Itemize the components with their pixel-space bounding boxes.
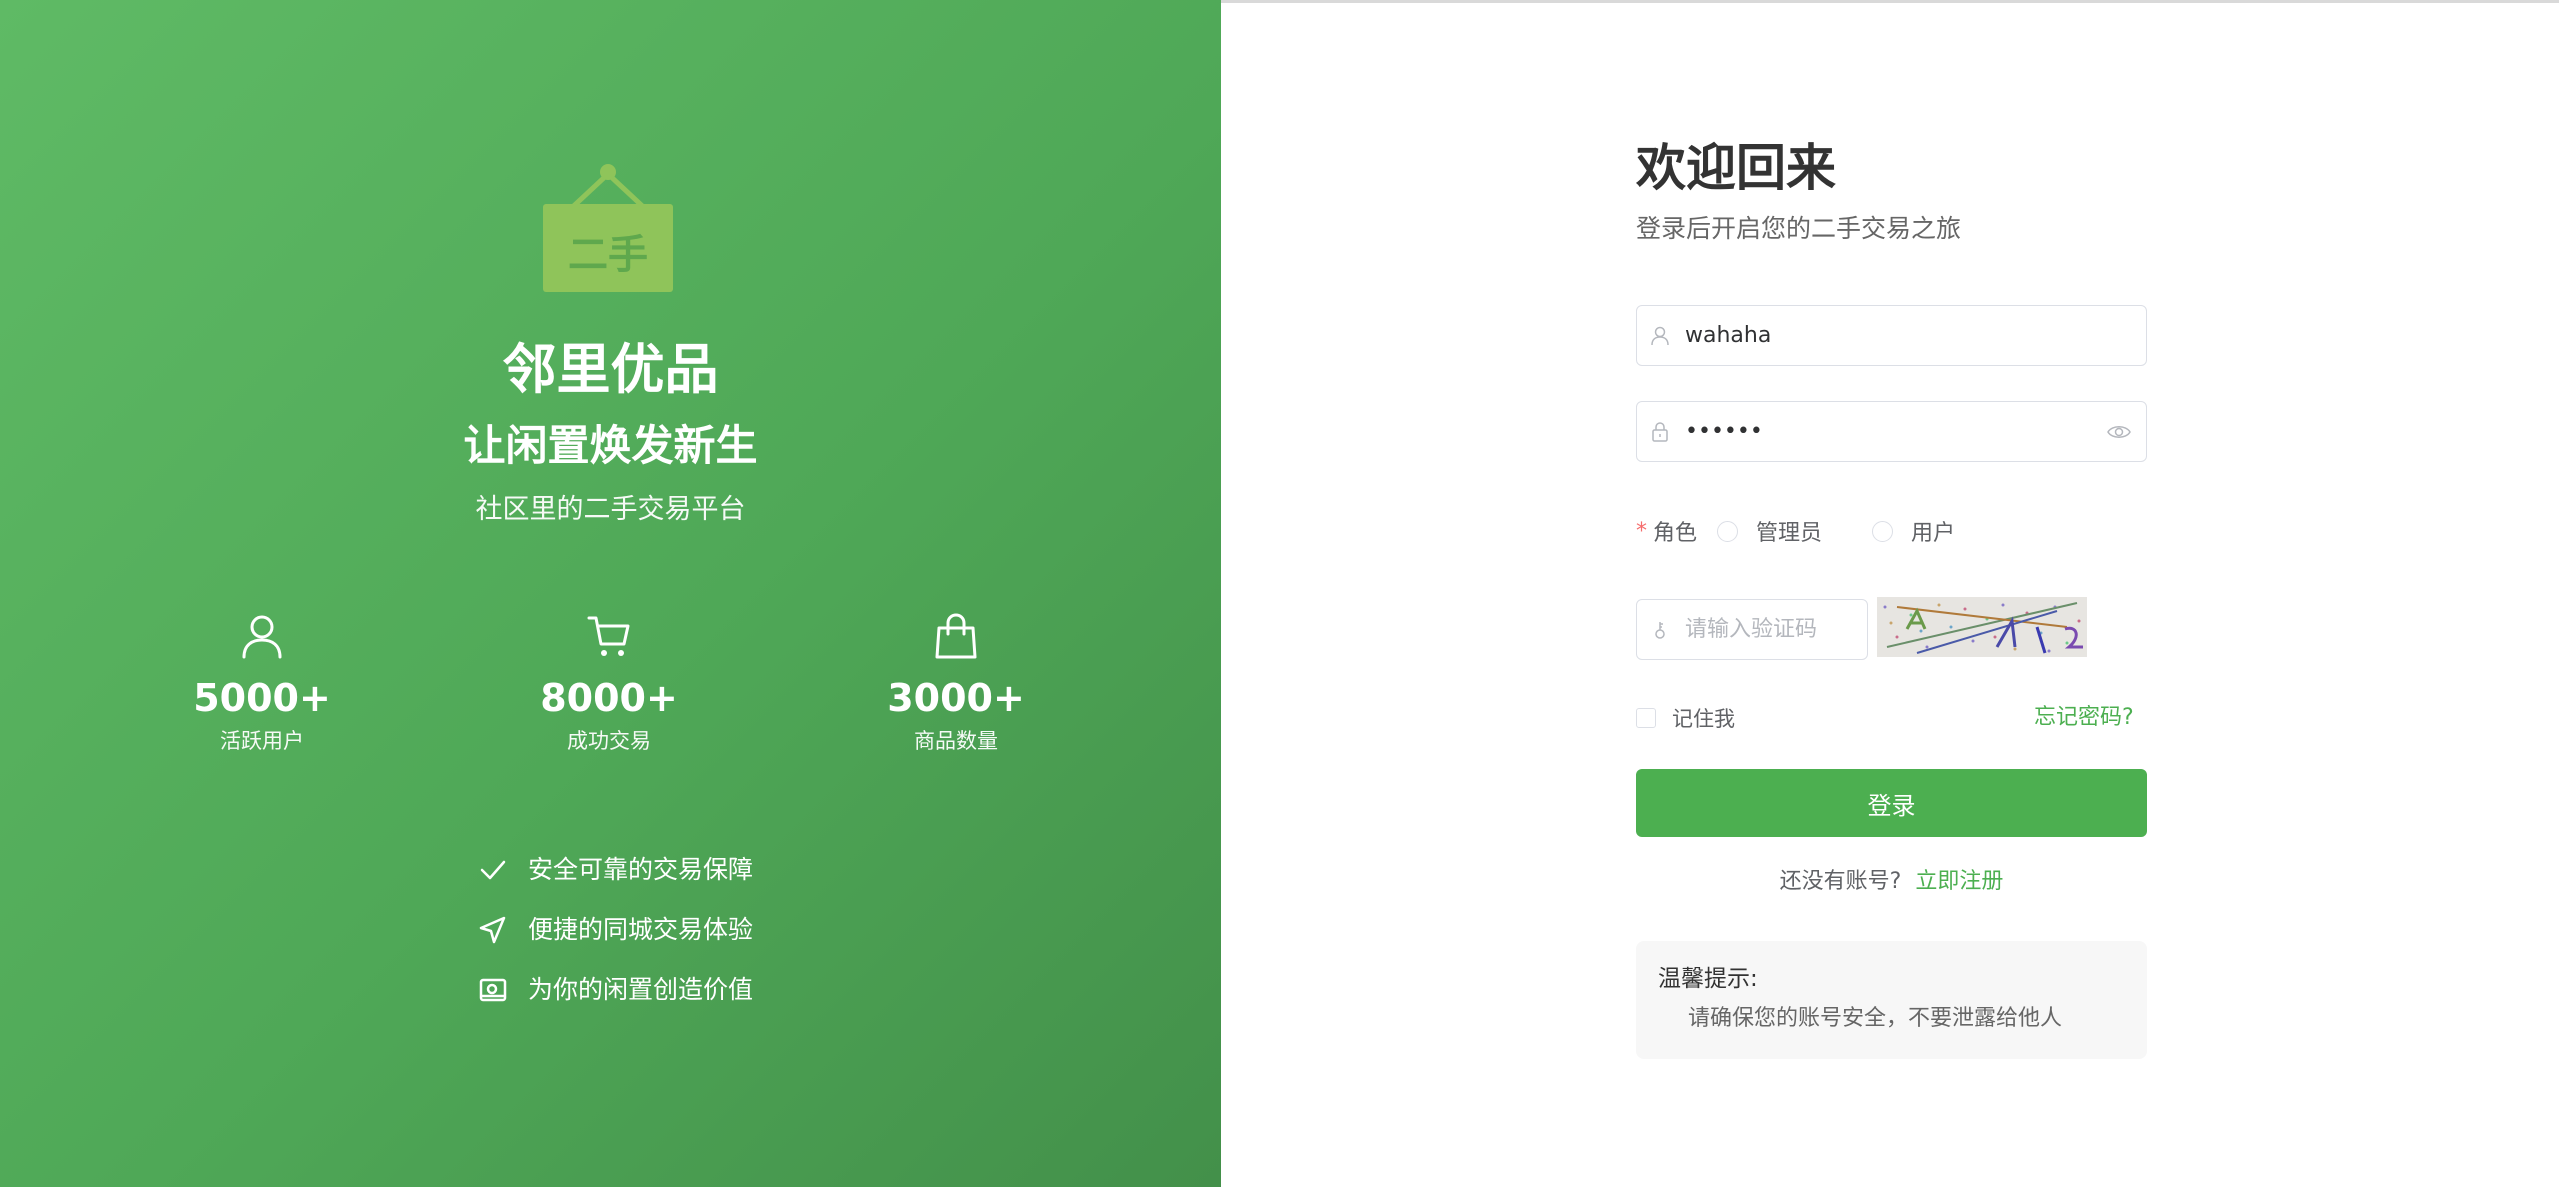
tip-body: 请确保您的账号安全，不要泄露给他人 [1688, 1006, 2063, 1031]
shopping-bag-icon [935, 613, 977, 659]
radio-circle[interactable] [1872, 520, 1894, 542]
remember-me-label: 记住我 [1672, 707, 1735, 731]
role-radio-user[interactable]: 用户 [1872, 515, 1955, 547]
stat-label: 成功交易 [567, 729, 651, 753]
stat-label: 活跃用户 [220, 729, 304, 753]
brand-description: 社区里的二手交易平台 [475, 494, 746, 525]
role-label: 角色 [1653, 521, 1698, 546]
role-radio-admin[interactable]: 管理员 [1717, 515, 1822, 547]
stat-successful-trades: 8000+ 成功交易 [479, 612, 739, 756]
stat-value: 3000+ [887, 676, 1025, 720]
lock-icon [1652, 421, 1668, 442]
register-prompt-row: 还没有账号? 立即注册 [1636, 865, 2147, 899]
cart-icon [587, 616, 630, 656]
check-icon [480, 860, 506, 880]
captcha-image[interactable] [1877, 597, 2087, 657]
username-field[interactable] [1636, 305, 2147, 366]
key-icon [1655, 621, 1665, 639]
brand-panel: 二手 邻里优品 让闲置焕发新生 社区里的二手交易平台 5000+ 活跃用户 80… [0, 0, 1221, 1187]
login-page: 二手 邻里优品 让闲置焕发新生 社区里的二手交易平台 5000+ 活跃用户 80… [0, 0, 2559, 1187]
remember-me-checkbox[interactable]: 记住我 [1636, 703, 1735, 733]
password-field[interactable] [1636, 401, 2147, 462]
feature-text: 为你的闲置创造价值 [528, 975, 754, 1004]
stat-value: 5000+ [193, 676, 331, 720]
tip-title: 温馨提示: [1658, 966, 1758, 992]
tip-box: 温馨提示: 请确保您的账号安全，不要泄露给他人 [1636, 941, 2147, 1059]
login-panel: 欢迎回来 登录后开启您的二手交易之旅 * 角 [1221, 0, 2559, 1187]
second-hand-sign-icon: 二手 [543, 164, 673, 292]
required-mark: * [1636, 518, 1647, 544]
login-title: 欢迎回来 [1636, 139, 1836, 197]
feature-text: 便捷的同城交易体验 [528, 915, 754, 944]
stat-product-count: 3000+ 商品数量 [826, 612, 1086, 756]
login-subtitle: 登录后开启您的二手交易之旅 [1636, 214, 1962, 243]
user-icon [242, 615, 282, 659]
login-button[interactable]: 登录 [1636, 769, 2147, 837]
feature-list: 安全可靠的交易保障 便捷的同城交易体验 为你的闲置创造价值 [478, 840, 938, 1020]
register-prompt: 还没有账号? [1779, 869, 1902, 894]
feature-item: 便捷的同城交易体验 [478, 900, 938, 960]
feature-item: 为你的闲置创造价值 [478, 960, 938, 1020]
user-icon [1651, 326, 1669, 345]
brand-slogan: 让闲置焕发新生 [463, 421, 758, 470]
password-input[interactable] [1685, 402, 2106, 461]
radio-label: 用户 [1911, 521, 1956, 546]
stat-label: 商品数量 [914, 729, 998, 753]
radio-label: 管理员 [1756, 521, 1823, 546]
radio-circle[interactable] [1717, 520, 1739, 542]
register-link[interactable]: 立即注册 [1915, 869, 2003, 894]
feature-text: 安全可靠的交易保障 [528, 855, 754, 884]
eye-icon[interactable] [2106, 419, 2132, 445]
brand-title: 邻里优品 [502, 338, 719, 401]
username-input[interactable] [1685, 306, 2146, 365]
send-icon [479, 916, 506, 944]
forgot-password-link[interactable]: 忘记密码? [2034, 703, 2134, 733]
stat-value: 8000+ [540, 676, 678, 720]
logo-text: 二手 [568, 232, 648, 278]
wallet-icon [479, 978, 507, 1002]
checkbox-box[interactable] [1636, 708, 1656, 728]
captcha-field[interactable] [1636, 599, 1959, 660]
feature-item: 安全可靠的交易保障 [478, 840, 938, 900]
role-selector: * 角色 管理员 用户 [1636, 513, 2005, 549]
stat-active-users: 5000+ 活跃用户 [132, 612, 392, 756]
